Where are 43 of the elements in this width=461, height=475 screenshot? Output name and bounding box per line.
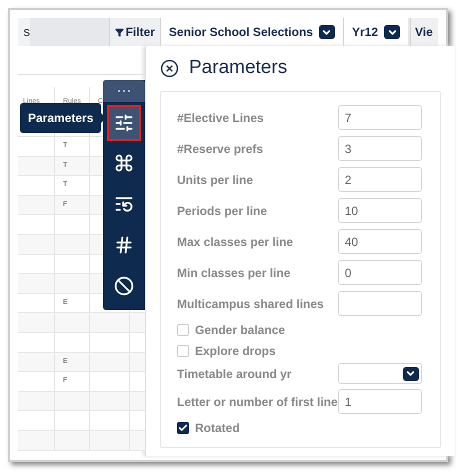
field-label: Min classes per line xyxy=(177,264,290,282)
command-icon xyxy=(114,153,134,173)
select-value: Senior School Selections xyxy=(168,24,313,41)
select-field[interactable] xyxy=(338,363,422,384)
field-label: Max classes per line xyxy=(177,234,294,250)
select-value: Yr12 xyxy=(352,24,378,41)
chevron-icon xyxy=(318,25,335,39)
filter-icon xyxy=(114,28,124,36)
field-label: Gender balance xyxy=(195,322,286,338)
field-label: Explore drops xyxy=(195,342,276,360)
field-label: Rotated xyxy=(195,420,240,436)
chevron-icon xyxy=(402,366,419,380)
input-field[interactable]: 2 xyxy=(338,167,422,192)
input-field[interactable]: 3 xyxy=(338,136,422,161)
hash-icon xyxy=(114,235,134,255)
input-field[interactable]: 0 xyxy=(338,260,422,285)
field-label: Multicampus shared lines xyxy=(177,296,324,312)
view-button[interactable]: Vie xyxy=(410,18,438,46)
select-field[interactable]: Yr12 xyxy=(342,18,408,46)
checkbox[interactable] xyxy=(177,422,189,434)
checkbox[interactable] xyxy=(177,344,189,356)
input-field[interactable] xyxy=(338,291,422,316)
ban-icon xyxy=(114,276,134,296)
select-field[interactable]: Senior School Selections xyxy=(160,18,343,46)
field-label: Units per line xyxy=(177,172,254,188)
input-field[interactable]: 1 xyxy=(338,389,422,414)
field-label: Periods per line xyxy=(177,202,268,220)
field-label: #Reserve prefs xyxy=(177,140,264,158)
tooltip: Parameters xyxy=(20,103,102,133)
sliders-icon xyxy=(114,113,134,133)
input-field[interactable]: 40 xyxy=(338,229,422,254)
panel-title: Parameters xyxy=(189,56,288,80)
checkbox[interactable] xyxy=(177,324,189,336)
input-field[interactable]: 10 xyxy=(338,198,422,223)
tab[interactable]: s xyxy=(18,18,30,46)
chevron-icon xyxy=(384,25,400,39)
field-label: Letter or number of first line xyxy=(177,394,338,410)
field-label: #Elective Lines xyxy=(177,110,264,126)
input-field[interactable]: 7 xyxy=(338,105,422,130)
filter-button[interactable]: Filter xyxy=(108,18,160,46)
toolbar-button[interactable] xyxy=(107,105,141,141)
close-icon[interactable] xyxy=(160,58,179,78)
field-label: Timetable around yr xyxy=(177,366,292,382)
